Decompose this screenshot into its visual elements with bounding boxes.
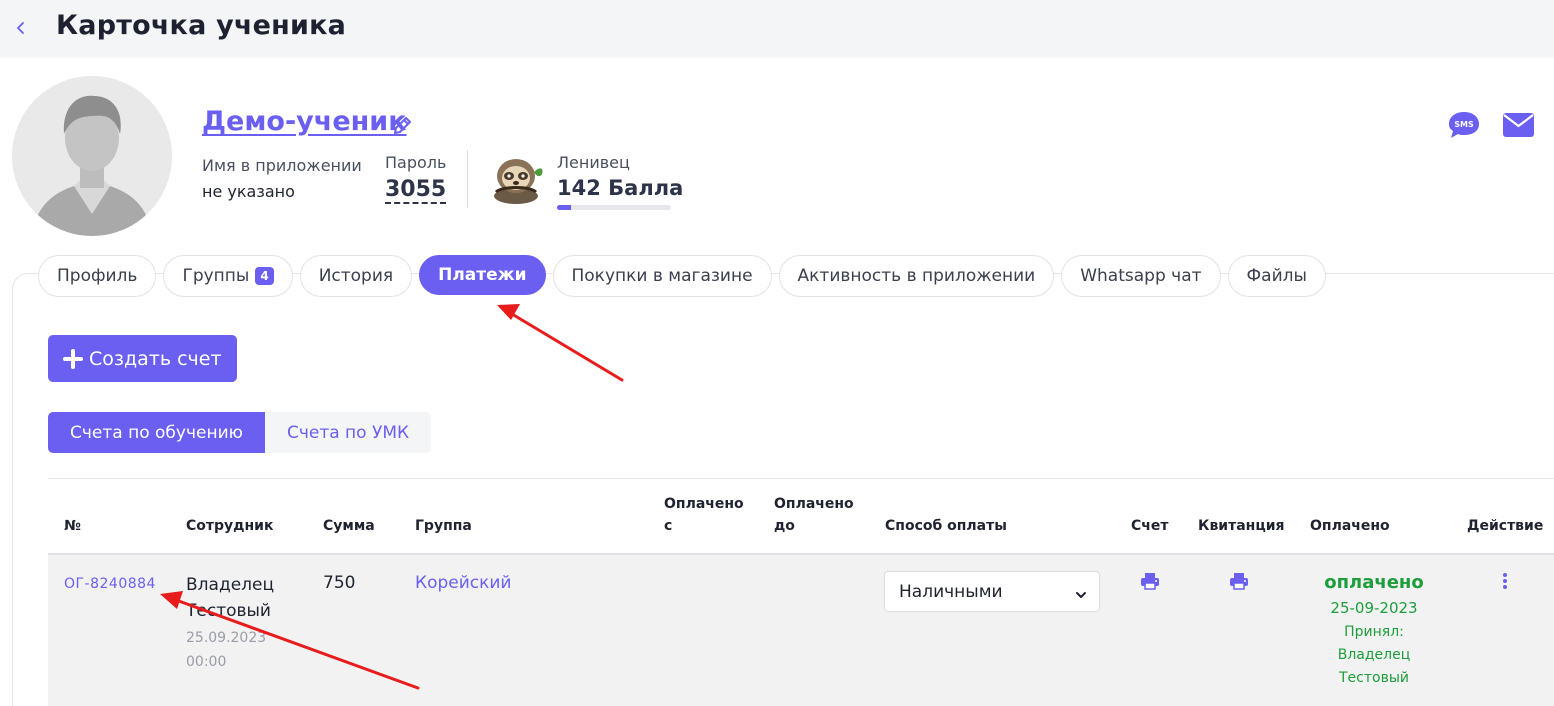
tab-whatsapp-chat[interactable]: Whatsapp чат [1061, 255, 1221, 297]
payment-date: 25-09-2023 [1330, 599, 1418, 617]
chevron-down-icon [1075, 586, 1087, 598]
sms-icon-text: SMS [1454, 120, 1474, 129]
col-header-paid-to-line2: до [774, 518, 795, 534]
password-label: Пароль [385, 153, 447, 172]
tab-profile[interactable]: Профиль [38, 255, 157, 297]
tab-label: Файлы [1246, 266, 1307, 286]
page-title: Карточка ученика [56, 10, 347, 41]
sms-icon[interactable]: SMS [1447, 110, 1481, 140]
app-name-label: Имя в приложении [202, 156, 362, 175]
tab-label: Whatsapp чат [1080, 266, 1202, 286]
payment-status: оплачено [1324, 572, 1424, 593]
more-vertical-icon[interactable] [1498, 570, 1512, 594]
tab-label: Активность в приложении [797, 266, 1036, 286]
col-header-sum: Сумма [323, 518, 375, 534]
app-name-value: не указано [202, 182, 295, 201]
tab-app-activity[interactable]: Активность в приложении [778, 255, 1055, 297]
col-header-paid-from-line2: с [664, 518, 673, 534]
invoice-datetime: 25.09.2023 00:00 [186, 626, 276, 674]
sloth-icon [486, 152, 548, 206]
password-value[interactable]: 3055 [385, 178, 447, 204]
invoice-date: 25.09.2023 [186, 630, 267, 646]
group-link[interactable]: Корейский [415, 573, 511, 593]
tab-payments[interactable]: Платежи [419, 255, 546, 295]
segment-training-invoices[interactable]: Счета по обучению [48, 412, 265, 453]
payment-accepted-by: Принял: Владелец Тестовый [1310, 621, 1438, 690]
accepted-last: Тестовый [1339, 670, 1409, 686]
col-header-employee: Сотрудник [186, 518, 274, 534]
col-header-group: Группа [415, 518, 472, 534]
invoice-number-link[interactable]: ОГ-8240884 [64, 576, 156, 592]
create-invoice-button[interactable]: Создать счет [48, 335, 237, 382]
col-header-paid-from-line1: Оплачено [664, 496, 744, 512]
points-value: 142 Балла [557, 176, 684, 200]
invoice-sum: 750 [323, 573, 356, 593]
payment-method-select[interactable]: Наличными [884, 571, 1100, 612]
chevron-left-icon[interactable] [12, 14, 32, 42]
level-label: Ленивец [557, 153, 630, 172]
pencil-icon[interactable] [392, 114, 412, 136]
print-invoice-icon[interactable] [1140, 572, 1160, 590]
table-top-border [48, 478, 1554, 479]
col-header-invoice: Счет [1131, 518, 1169, 534]
tab-label: Группы [182, 266, 250, 286]
print-receipt-icon[interactable] [1229, 572, 1249, 590]
avatar [12, 76, 172, 236]
groups-count-badge: 4 [255, 267, 274, 285]
tab-label: История [318, 266, 394, 286]
payment-method-value: Наличными [899, 581, 1003, 602]
accepted-label: Принял: [1344, 624, 1404, 640]
col-header-receipt: Квитанция [1198, 518, 1285, 534]
divider [467, 150, 468, 208]
tab-history[interactable]: История [299, 255, 413, 297]
segment-umk-invoices[interactable]: Счета по УМК [264, 412, 432, 453]
top-bar: Карточка ученика [0, 0, 1554, 58]
col-header-action: Действие [1467, 518, 1544, 534]
tab-label: Платежи [438, 265, 527, 285]
envelope-icon[interactable] [1502, 112, 1535, 138]
points-progress-fill [557, 205, 571, 210]
points-progress-bar [557, 205, 671, 210]
tab-files[interactable]: Файлы [1227, 255, 1326, 297]
employee-name: Владелец Тестовый [186, 572, 296, 624]
accepted-first: Владелец [1337, 647, 1411, 663]
tab-label: Профиль [57, 266, 138, 286]
employee-first: Владелец [186, 575, 275, 595]
col-header-payment-method: Способ оплаты [885, 518, 1007, 534]
student-name[interactable]: Демо-ученик [202, 106, 407, 137]
tab-label: Покупки в магазине [571, 266, 753, 286]
col-header-paid: Оплачено [1310, 518, 1390, 534]
col-header-paid-to: Оплачено до [774, 493, 854, 537]
invoice-time: 00:00 [186, 654, 227, 670]
plus-icon [63, 348, 83, 369]
employee-last: Тестовый [186, 601, 271, 621]
tabs: Профиль Группы 4 История Платежи Покупки … [38, 255, 1326, 297]
tab-groups[interactable]: Группы 4 [163, 255, 293, 297]
col-header-number: № [64, 518, 81, 534]
invoice-type-switch: Счета по обучению Счета по УМК [48, 412, 432, 453]
tab-shop-purchases[interactable]: Покупки в магазине [552, 255, 772, 297]
create-invoice-label: Создать счет [89, 347, 222, 370]
col-header-paid-from: Оплачено с [664, 493, 744, 537]
col-header-paid-to-line1: Оплачено [774, 496, 854, 512]
